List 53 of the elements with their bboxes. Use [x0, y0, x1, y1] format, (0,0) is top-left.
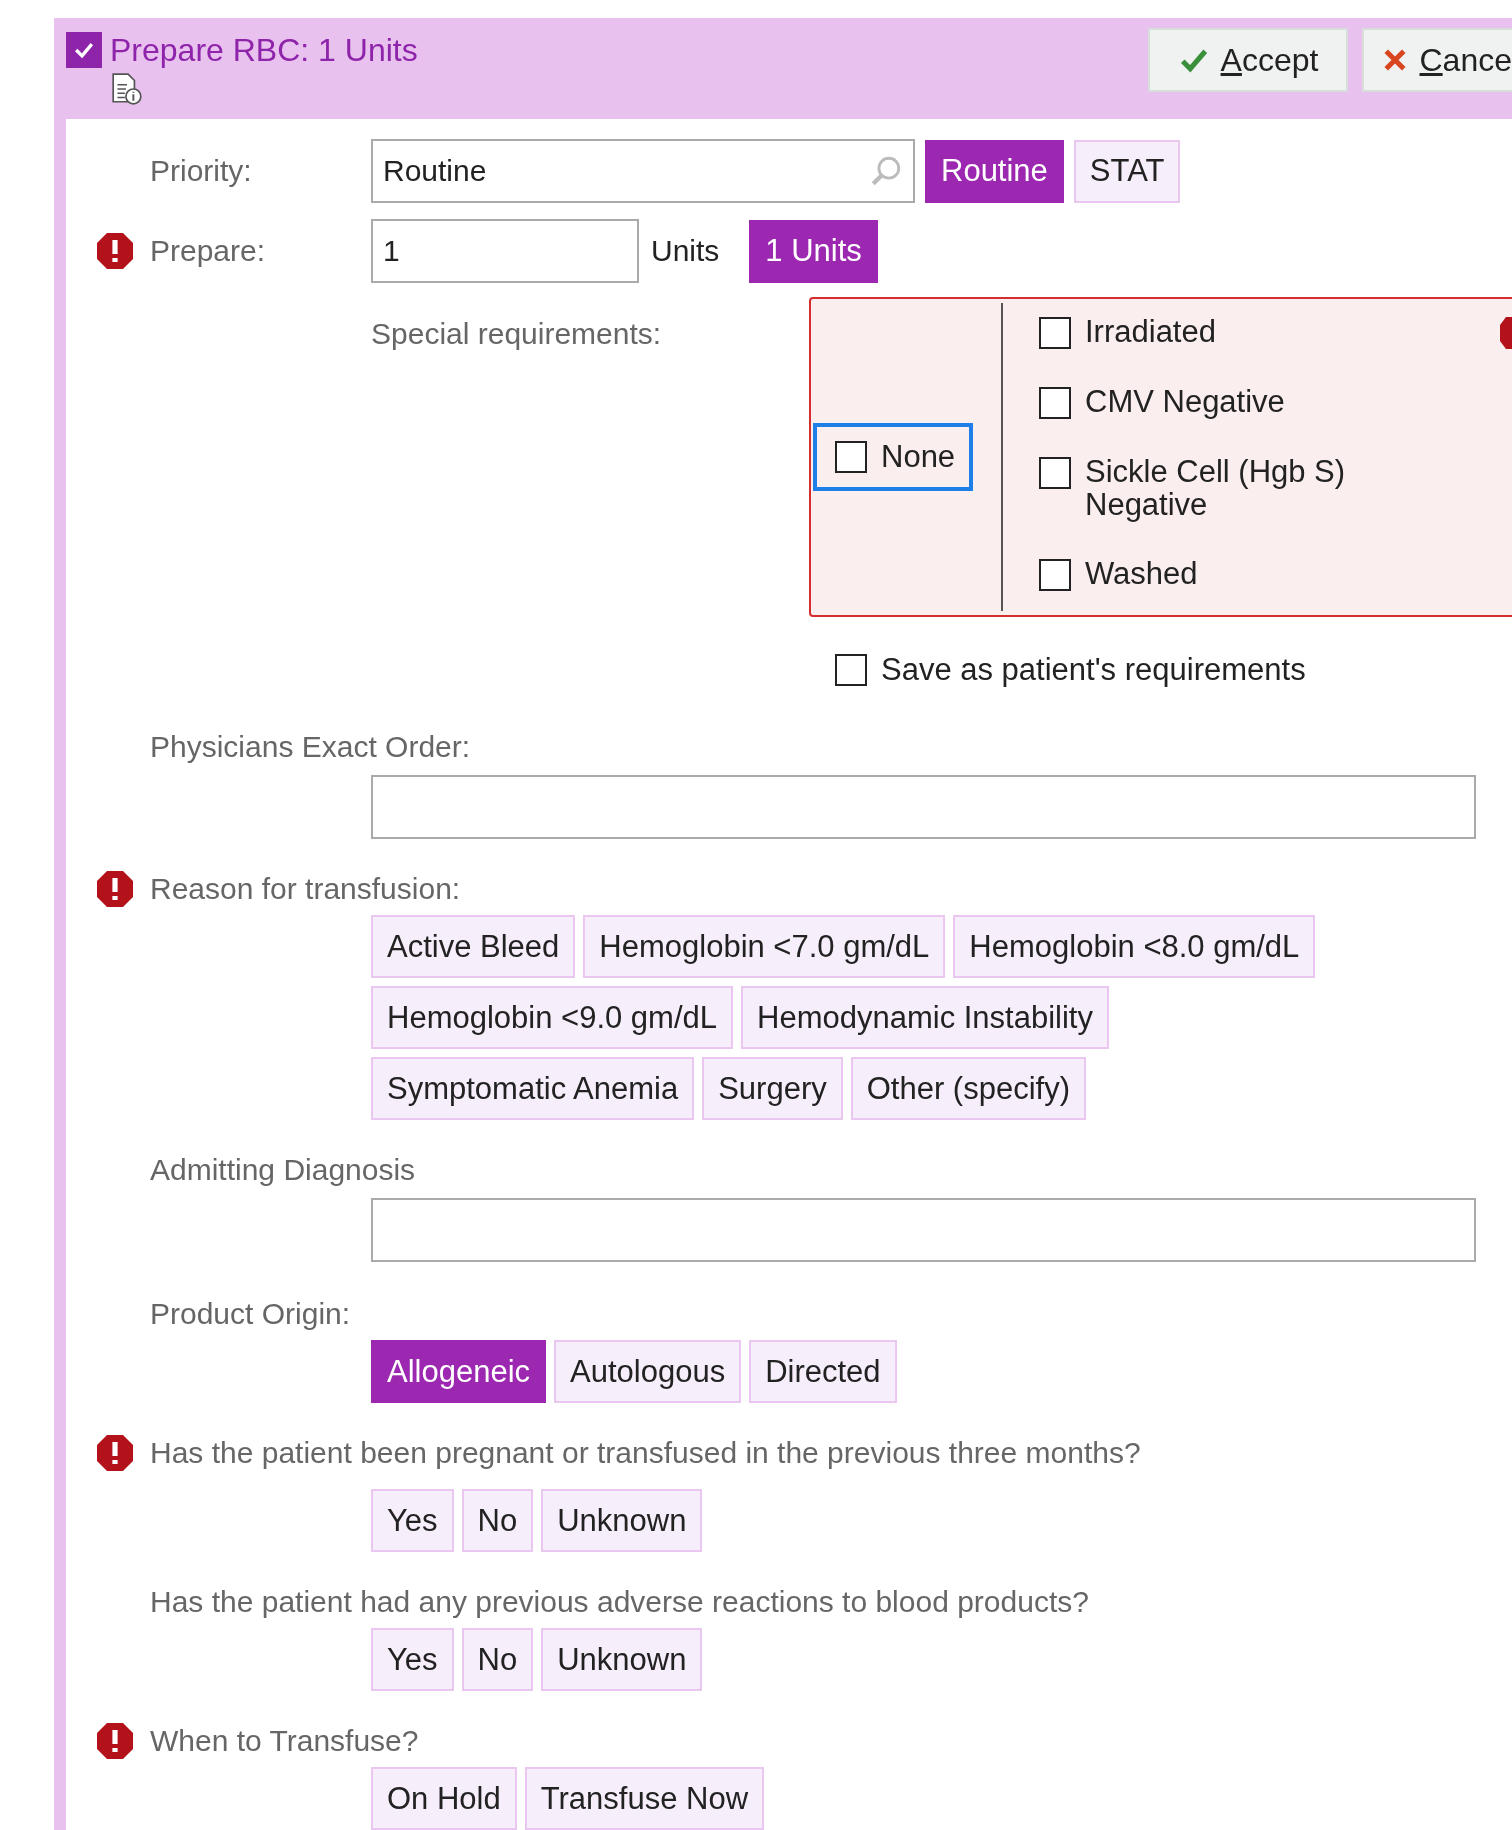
option-chip[interactable]: Hemoglobin <8.0 gm/dL — [953, 915, 1316, 978]
option-chip[interactable]: Hemodynamic Instability — [741, 986, 1109, 1049]
order-checkbox[interactable] — [66, 32, 102, 68]
requirement-checkbox[interactable]: Irradiated — [1039, 315, 1385, 349]
priority-option[interactable]: Routine — [925, 139, 1064, 203]
option-chip[interactable]: On Hold — [371, 1767, 517, 1830]
option-chip[interactable]: Unknown — [541, 1628, 703, 1691]
option-chip[interactable]: Yes — [371, 1489, 454, 1552]
required-icon — [95, 231, 135, 271]
requirement-checkbox[interactable]: Sickle Cell (Hgb S) Negative — [1039, 455, 1385, 521]
field-label: Priority: — [150, 154, 253, 188]
cancel-button[interactable]: Cance — [1361, 28, 1512, 92]
option-chip[interactable]: No — [461, 1489, 534, 1552]
option-chip[interactable]: Active Bleed — [371, 915, 576, 978]
field-label: Physicians Exact Order: — [150, 730, 471, 764]
option-chip[interactable]: Hemoglobin <9.0 gm/dL — [371, 986, 733, 1049]
option-chip[interactable]: Hemoglobin <7.0 gm/dL — [583, 915, 946, 978]
text-field[interactable] — [371, 775, 1476, 839]
option-chip[interactable]: Symptomatic Anemia — [371, 1057, 695, 1120]
question-label: When to Transfuse? — [150, 1724, 419, 1758]
document-info-icon[interactable] — [110, 72, 144, 106]
option-chip[interactable]: Surgery — [702, 1057, 843, 1120]
question-label: Product Origin: — [150, 1297, 351, 1331]
text-field[interactable] — [371, 1198, 1476, 1262]
field-label: Special requirements: — [371, 317, 662, 351]
requirement-checkbox[interactable]: CMV Negative — [1039, 385, 1385, 419]
option-chip[interactable]: Other (specify) — [850, 1057, 1086, 1120]
accept-button[interactable]: Accept — [1147, 28, 1348, 92]
option-chip[interactable]: Unknown — [541, 1489, 703, 1552]
option-chip[interactable]: Directed — [749, 1340, 897, 1403]
option-chip[interactable]: Transfuse Now — [524, 1767, 765, 1830]
field-label: Admitting Diagnosis — [150, 1153, 416, 1187]
question-label: Has the patient been pregnant or transfused in the previous three months? — [150, 1436, 1141, 1470]
requirement-checkbox[interactable]: Washed — [1039, 557, 1385, 591]
required-icon — [95, 1433, 135, 1473]
save-requirements-checkbox[interactable]: Save as patient's requirements — [835, 652, 1306, 688]
required-icon — [95, 869, 135, 909]
order-title: Prepare RBC: 1 Units — [110, 32, 418, 68]
quantity-field[interactable]: 1 — [371, 219, 639, 283]
priority-option[interactable]: STAT — [1073, 139, 1181, 203]
priority-field[interactable]: Routine — [371, 139, 915, 203]
option-chip[interactable]: Yes — [371, 1628, 454, 1691]
question-label: Reason for transfusion: — [150, 872, 461, 906]
search-icon[interactable] — [869, 154, 903, 188]
option-chip[interactable]: No — [461, 1628, 534, 1691]
none-checkbox[interactable]: None — [813, 423, 974, 491]
option-chip[interactable]: Allogeneic — [371, 1340, 547, 1403]
required-icon — [95, 1721, 135, 1761]
option-chip[interactable]: Autologous — [554, 1340, 742, 1403]
question-label: Has the patient had any previous adverse reactions to blood products? — [150, 1585, 1089, 1619]
field-label: Prepare: — [150, 234, 267, 268]
unit-label: Units — [651, 234, 720, 268]
quantity-option[interactable]: 1 Units — [749, 219, 878, 283]
